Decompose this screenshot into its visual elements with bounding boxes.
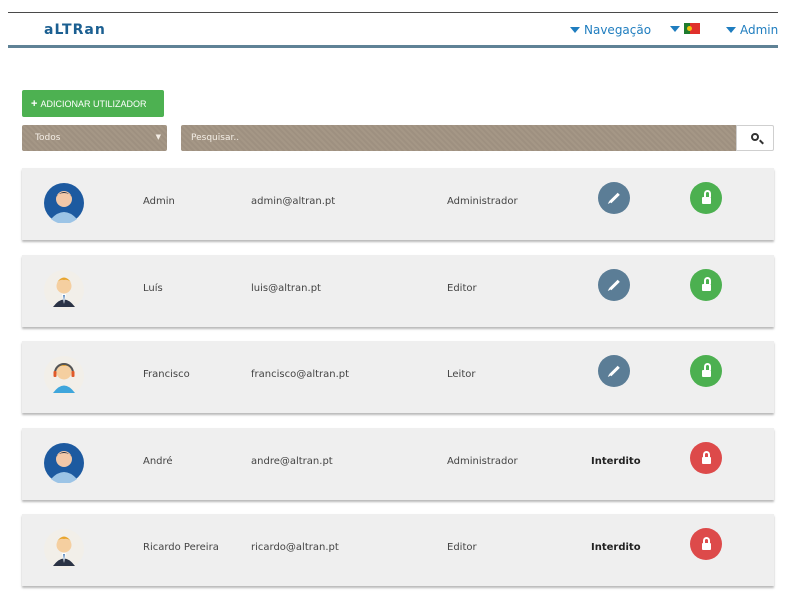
- search-placeholder: Pesquisar..: [191, 133, 240, 143]
- lock-icon: [701, 450, 711, 464]
- user-role: Administrador: [447, 456, 518, 467]
- lock-user-button[interactable]: [690, 182, 722, 214]
- portugal-flag-icon: [684, 23, 700, 34]
- lock-user-button[interactable]: [690, 355, 722, 387]
- pencil-icon: [608, 365, 620, 377]
- user-row: Ricardo Pereira ricardo@altran.pt Editor In…: [22, 514, 774, 586]
- filter-value: Todos: [35, 133, 61, 143]
- dropdown-arrow-icon: ▼: [155, 133, 161, 141]
- navigation-menu[interactable]: Navegação: [570, 23, 651, 37]
- add-user-label: ADICIONAR UTILIZADOR: [40, 98, 147, 109]
- caret-down-icon: [570, 27, 580, 33]
- caret-down-icon: [726, 27, 736, 33]
- user-email: ricardo@altran.pt: [251, 542, 339, 553]
- user-name: Luís: [143, 283, 163, 294]
- user-role: Editor: [447, 283, 477, 294]
- user-menu-label: Admin: [740, 23, 779, 37]
- search-input[interactable]: Pesquisar..: [181, 125, 737, 151]
- user-menu[interactable]: Admin: [726, 23, 778, 37]
- avatar: [44, 529, 84, 569]
- unlock-icon: [701, 276, 711, 291]
- altran-logo[interactable]: aLTRan: [44, 22, 106, 38]
- edit-user-button[interactable]: [598, 269, 630, 301]
- avatar: [44, 270, 84, 310]
- user-status: Interdito: [591, 542, 641, 553]
- user-name: Ricardo Pereira: [143, 542, 219, 553]
- search-icon: [751, 133, 759, 141]
- search-button[interactable]: [736, 125, 774, 151]
- lock-icon: [701, 536, 711, 550]
- unlock-icon: [701, 362, 711, 377]
- plus-icon: +: [31, 97, 38, 110]
- user-row: Admin admin@altran.pt Administrador: [22, 168, 774, 240]
- user-email: luis@altran.pt: [251, 283, 321, 294]
- user-role: Editor: [447, 542, 477, 553]
- add-user-button[interactable]: + ADICIONAR UTILIZADOR: [22, 90, 164, 117]
- avatar: [44, 356, 84, 396]
- navigation-label: Navegação: [584, 23, 652, 37]
- edit-user-button[interactable]: [598, 182, 630, 214]
- avatar: [44, 183, 84, 224]
- unlock-user-button[interactable]: [690, 528, 722, 560]
- user-row: Francisco francisco@altran.pt Leitor: [22, 341, 774, 413]
- edit-user-button[interactable]: [598, 355, 630, 387]
- pencil-icon: [608, 279, 620, 291]
- user-row: André andre@altran.pt Administrador Interdi…: [22, 428, 774, 500]
- user-role: Leitor: [447, 369, 476, 380]
- user-name: Admin: [143, 196, 175, 207]
- user-name: André: [143, 456, 173, 467]
- user-email: andre@altran.pt: [251, 456, 333, 467]
- user-email: admin@altran.pt: [251, 196, 336, 207]
- user-row: Luís luis@altran.pt Editor: [22, 255, 774, 327]
- avatar: [44, 443, 84, 484]
- lock-user-button[interactable]: [690, 269, 722, 301]
- user-email: francisco@altran.pt: [251, 369, 350, 380]
- language-menu[interactable]: [670, 23, 700, 34]
- user-status: Interdito: [591, 456, 641, 467]
- user-name: Francisco: [143, 369, 190, 380]
- unlock-icon: [701, 189, 711, 204]
- unlock-user-button[interactable]: [690, 442, 722, 474]
- caret-down-icon: [670, 25, 680, 32]
- top-navbar: aLTRan Navegação Admin: [8, 12, 778, 48]
- pencil-icon: [608, 192, 620, 204]
- role-filter-select[interactable]: Todos ▼: [22, 125, 167, 151]
- user-role: Administrador: [447, 196, 518, 207]
